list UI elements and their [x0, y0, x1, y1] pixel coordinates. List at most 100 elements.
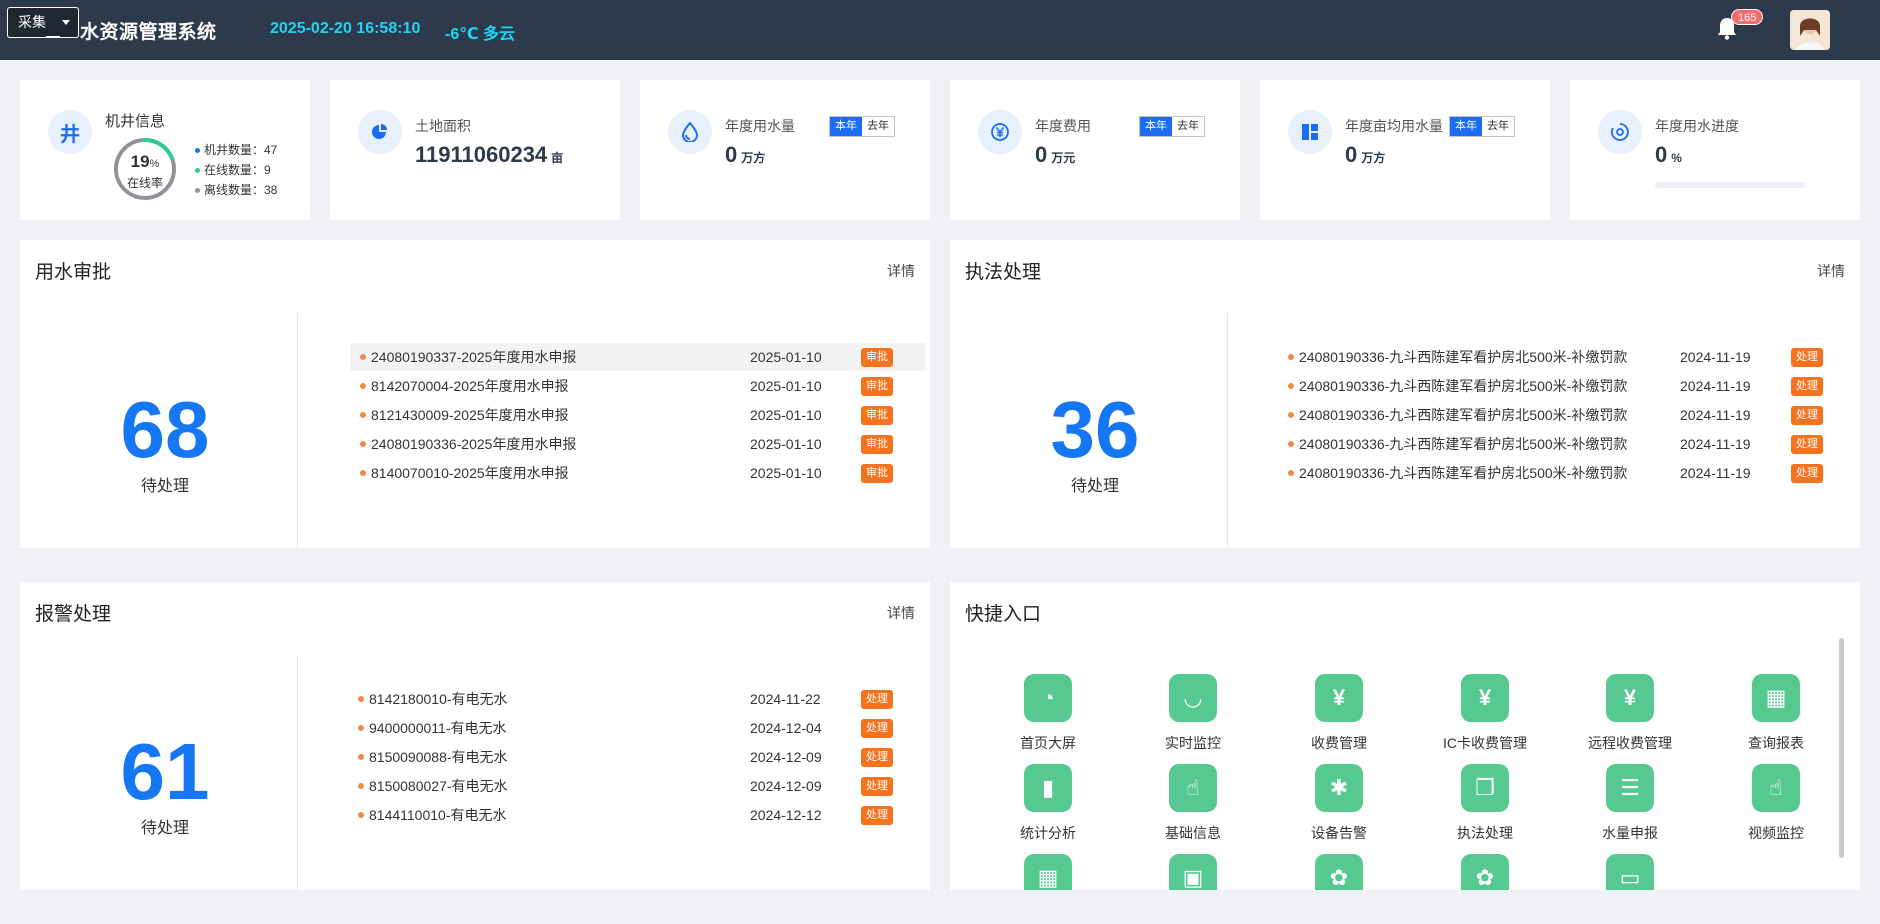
- list-item-text: 9400000011-有电无水: [369, 720, 507, 736]
- list-item[interactable]: 24080190336-九斗西陈建军看护房北500米-补缴罚款 2024-11-…: [1288, 343, 1843, 371]
- quick-entry-item[interactable]: ▮ 统计分析: [988, 764, 1108, 843]
- yuan-icon: ¥: [1606, 674, 1654, 722]
- list-item[interactable]: 24080190336-九斗西陈建军看护房北500米-补缴罚款 2024-11-…: [1288, 372, 1843, 400]
- list-item[interactable]: 24080190336-九斗西陈建军看护房北500米-补缴罚款 2024-11-…: [1288, 401, 1843, 429]
- bullet-icon: [360, 383, 366, 389]
- quick-entry-item[interactable]: ◔ 首页大屏: [988, 674, 1108, 753]
- list-item[interactable]: 24080190337-2025年度用水申报 2025-01-10 审批: [350, 343, 925, 371]
- avatar[interactable]: [1790, 10, 1830, 50]
- annual-fee-unit: 万元: [1051, 151, 1076, 165]
- bullet-icon: [358, 812, 364, 818]
- quick-entry-item[interactable]: ◡ 实时监控: [1133, 674, 1253, 753]
- blue-dot-icon: [195, 148, 200, 154]
- handle-button[interactable]: 处理: [1791, 434, 1823, 454]
- last-year-button[interactable]: 去年: [862, 117, 894, 136]
- annual-water-unit: 万方: [741, 151, 766, 165]
- menu-icon[interactable]: [46, 36, 60, 38]
- quick-entry-item[interactable]: ▭: [1570, 854, 1690, 890]
- bullet-icon: [358, 696, 364, 702]
- approve-button[interactable]: 审批: [861, 463, 893, 483]
- quick-entry-item[interactable]: ▦: [988, 854, 1108, 890]
- handle-button[interactable]: 处理: [861, 805, 893, 825]
- quick-entry-item[interactable]: ✿: [1279, 854, 1399, 890]
- list-item-date: 2025-01-10: [750, 465, 822, 481]
- list-item[interactable]: 8121430009-2025年度用水申报 2025-01-10 审批: [350, 401, 925, 429]
- last-year-button[interactable]: 去年: [1482, 117, 1514, 136]
- yuan-icon: ¥: [1315, 674, 1363, 722]
- enforcement-detail-link[interactable]: 详情: [1817, 261, 1845, 281]
- annual-water-card: 年度用水量 本年 去年 0 万方: [640, 80, 930, 220]
- quick-entry-label: 远程收费管理: [1588, 735, 1672, 751]
- quick-entry-item[interactable]: ☰ 水量申报: [1570, 764, 1690, 843]
- bullet-icon: [360, 354, 366, 360]
- quick-entry-scrollbar[interactable]: [1839, 638, 1844, 858]
- handle-button[interactable]: 处理: [861, 718, 893, 738]
- handle-button[interactable]: 处理: [1791, 376, 1823, 396]
- quick-entry-item[interactable]: ▦ 查询报表: [1716, 674, 1836, 753]
- this-year-button[interactable]: 本年: [830, 117, 862, 136]
- list-item[interactable]: 8142070004-2025年度用水申报 2025-01-10 审批: [350, 372, 925, 400]
- approve-button[interactable]: 审批: [861, 405, 893, 425]
- well-icon: 井: [48, 110, 92, 154]
- handle-button[interactable]: 处理: [1791, 347, 1823, 367]
- list-item[interactable]: 8140070010-2025年度用水申报 2025-01-10 审批: [350, 459, 925, 487]
- annual-progress-value: 0%: [1655, 142, 1682, 168]
- list-item[interactable]: 24080190336-九斗西陈建军看护房北500米-补缴罚款 2024-11-…: [1288, 430, 1843, 458]
- approve-button[interactable]: 审批: [861, 434, 893, 454]
- this-year-button[interactable]: 本年: [1450, 117, 1482, 136]
- handle-button[interactable]: 处理: [861, 689, 893, 709]
- list-item-text: 24080190336-九斗西陈建军看护房北500米-补缴罚款: [1299, 436, 1628, 452]
- annual-fee-number: 0: [1035, 142, 1048, 167]
- approve-button[interactable]: 审批: [861, 376, 893, 396]
- notification-badge: 165: [1731, 9, 1764, 25]
- app-title: 水资源管理系统: [80, 22, 217, 43]
- list-item[interactable]: 24080190336-2025年度用水申报 2025-01-10 审批: [350, 430, 925, 458]
- list-item[interactable]: 8144110010-有电无水 2024-12-12 处理: [358, 801, 913, 829]
- quick-entry-item[interactable]: ☝ 视频监控: [1716, 764, 1836, 843]
- quick-entry-item[interactable]: ▣: [1133, 854, 1253, 890]
- online-rate-unit: %: [149, 158, 160, 170]
- list-item-text: 24080190336-九斗西陈建军看护房北500米-补缴罚款: [1299, 407, 1628, 423]
- this-year-button[interactable]: 本年: [1140, 117, 1172, 136]
- handle-button[interactable]: 处理: [861, 747, 893, 767]
- approve-button[interactable]: 审批: [861, 347, 893, 367]
- list-item-text: 8121430009-2025年度用水申报: [371, 407, 569, 423]
- list-item-date: 2024-12-12: [750, 807, 822, 823]
- quick-entry-item[interactable]: ¥ 收费管理: [1279, 674, 1399, 753]
- quick-entry-item[interactable]: ¥ IC卡收费管理: [1425, 674, 1545, 753]
- collect-select[interactable]: 采集: [7, 7, 79, 38]
- annual-water-label: 年度用水量: [725, 118, 795, 134]
- gear-icon: ✿: [1315, 854, 1363, 890]
- handle-button[interactable]: 处理: [1791, 463, 1823, 483]
- online-rate-number: 19: [130, 152, 150, 171]
- list-item-text: 8142180010-有电无水: [369, 691, 508, 707]
- land-area-unit: 亩: [551, 151, 564, 165]
- bullet-icon: [1288, 470, 1294, 476]
- list-item-text: 24080190336-九斗西陈建军看护房北500米-补缴罚款: [1299, 378, 1628, 394]
- handle-button[interactable]: 处理: [861, 776, 893, 796]
- handle-button[interactable]: 处理: [1791, 405, 1823, 425]
- list-item-text: 8140070010-2025年度用水申报: [371, 465, 569, 481]
- list-item[interactable]: 8150090088-有电无水 2024-12-09 处理: [358, 743, 913, 771]
- list-item[interactable]: 8142180010-有电无水 2024-11-22 处理: [358, 685, 913, 713]
- panel-title: 快捷入口: [965, 604, 1042, 625]
- chevron-down-icon: [62, 20, 70, 25]
- quick-entry-item[interactable]: ❐ 执法处理: [1425, 764, 1545, 843]
- last-year-button[interactable]: 去年: [1172, 117, 1204, 136]
- quick-entry-item[interactable]: ☝ 基础信息: [1133, 764, 1253, 843]
- list-item-text: 24080190337-2025年度用水申报: [371, 349, 577, 365]
- quick-entry-item[interactable]: ¥ 远程收费管理: [1570, 674, 1690, 753]
- list-item[interactable]: 9400000011-有电无水 2024-12-04 处理: [358, 714, 913, 742]
- list-item[interactable]: 24080190336-九斗西陈建军看护房北500米-补缴罚款 2024-11-…: [1288, 459, 1843, 487]
- quick-entry-item[interactable]: ✿: [1425, 854, 1545, 890]
- quick-entry-item[interactable]: ✱ 设备告警: [1279, 764, 1399, 843]
- online-rate-label: 在线率: [126, 176, 163, 190]
- land-area-card: 土地面积 11911060234 亩: [330, 80, 620, 220]
- list-item[interactable]: 8150080027-有电无水 2024-12-09 处理: [358, 772, 913, 800]
- water-approval-panel: 用水审批 详情 68 待处理 24080190337-2025年度用水申报 20…: [20, 240, 930, 548]
- bullet-icon: [1288, 354, 1294, 360]
- approval-detail-link[interactable]: 详情: [887, 261, 915, 281]
- quick-entry-label: 执法处理: [1457, 825, 1513, 841]
- alarm-detail-link[interactable]: 详情: [887, 603, 915, 623]
- legend-well-count: 机井数量：47: [195, 140, 277, 160]
